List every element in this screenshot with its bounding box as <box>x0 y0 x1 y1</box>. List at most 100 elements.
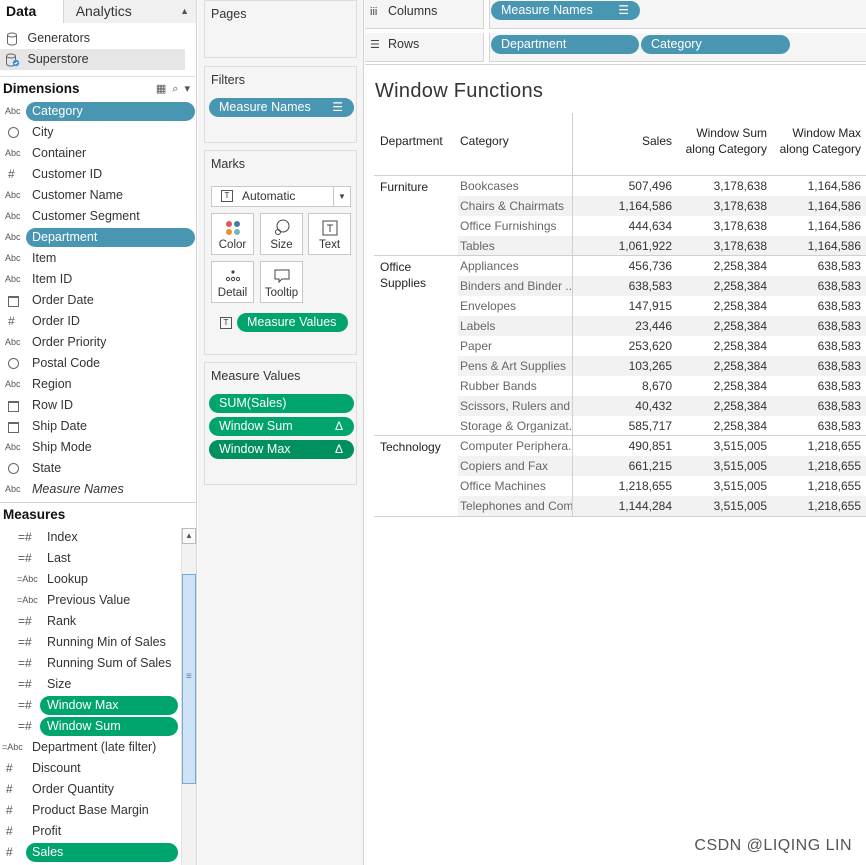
dimension-category[interactable]: Abc Category <box>0 101 196 122</box>
tab-analytics[interactable]: Analytics ▲ <box>62 0 196 23</box>
measure-window-max[interactable]: =# Window Max <box>0 695 180 716</box>
table-cell-wsum[interactable]: 3,515,005 <box>674 436 767 456</box>
table-cell-wsum[interactable]: 3,515,005 <box>674 496 767 516</box>
table-cell-wsum[interactable]: 3,178,638 <box>674 216 767 236</box>
table-cell-wmax[interactable]: 638,583 <box>769 376 861 396</box>
department-label[interactable]: Furniture <box>380 179 428 195</box>
table-cell-category[interactable]: Tables <box>460 236 572 256</box>
table-cell-wmax[interactable]: 1,164,586 <box>769 176 861 196</box>
table-cell-category[interactable]: Computer Periphera.. <box>460 436 572 456</box>
table-cell-wsum[interactable]: 2,258,384 <box>674 396 767 416</box>
table-cell-wsum[interactable]: 2,258,384 <box>674 376 767 396</box>
dimension-order-id[interactable]: # Order ID <box>0 311 196 332</box>
table-cell-sales[interactable]: 490,851 <box>584 436 672 456</box>
table-cell-sales[interactable]: 1,218,655 <box>584 476 672 496</box>
filters-card[interactable]: Filters Measure Names ☰ <box>204 66 357 143</box>
table-cell-sales[interactable]: 661,215 <box>584 456 672 476</box>
table-cell-wmax[interactable]: 638,583 <box>769 276 861 296</box>
table-cell-wsum[interactable]: 2,258,384 <box>674 316 767 336</box>
table-cell-category[interactable]: Scissors, Rulers and .. <box>460 396 572 416</box>
dimension-container[interactable]: Abc Container <box>0 143 196 164</box>
table-cell-category[interactable]: Pens & Art Supplies <box>460 356 572 376</box>
field-pill[interactable]: Window Max <box>40 696 178 715</box>
table-cell-sales[interactable]: 147,915 <box>584 296 672 316</box>
table-cell-wsum[interactable]: 3,178,638 <box>674 176 767 196</box>
department-label[interactable]: Supplies <box>380 275 426 291</box>
filter-pill-measure-names[interactable]: Measure Names ☰ <box>209 98 354 117</box>
dimension-state[interactable]: State <box>0 458 196 479</box>
dimension-order-date[interactable]: Order Date <box>0 290 196 311</box>
table-cell-category[interactable]: Office Machines <box>460 476 572 496</box>
chevron-down-icon[interactable]: ▾ <box>184 83 190 95</box>
pages-card[interactable]: Pages <box>204 0 357 58</box>
dimension-ship-date[interactable]: Ship Date <box>0 416 196 437</box>
color-button[interactable]: Color <box>211 213 254 255</box>
table-cell-sales[interactable]: 456,736 <box>584 256 672 276</box>
measure-sales[interactable]: # Sales <box>0 842 180 863</box>
table-cell-wmax[interactable]: 1,218,655 <box>769 456 861 476</box>
measure-order-quantity[interactable]: # Order Quantity <box>0 779 180 800</box>
table-cell-wmax[interactable]: 638,583 <box>769 416 861 436</box>
table-cell-wmax[interactable]: 638,583 <box>769 316 861 336</box>
table-cell-sales[interactable]: 253,620 <box>584 336 672 356</box>
department-label[interactable]: Technology <box>380 439 441 455</box>
dimension-ship-mode[interactable]: Abc Ship Mode <box>0 437 196 458</box>
table-cell-wsum[interactable]: 2,258,384 <box>674 356 767 376</box>
table-cell-sales[interactable]: 444,634 <box>584 216 672 236</box>
table-cell-wmax[interactable]: 638,583 <box>769 356 861 376</box>
search-icon[interactable]: ⌕ <box>172 83 178 95</box>
table-cell-wmax[interactable]: 1,218,655 <box>769 476 861 496</box>
detail-button[interactable]: Detail <box>211 261 254 303</box>
rows-pill-department[interactable]: Department <box>491 35 639 54</box>
table-cell-sales[interactable]: 8,670 <box>584 376 672 396</box>
table-cell-wmax[interactable]: 638,583 <box>769 396 861 416</box>
table-cell-wsum[interactable]: 3,515,005 <box>674 476 767 496</box>
size-button[interactable]: Size <box>260 213 303 255</box>
dimension-postal-code[interactable]: Postal Code <box>0 353 196 374</box>
measure-window-sum[interactable]: =# Window Sum <box>0 716 180 737</box>
mark-type-dropdown[interactable]: T Automatic ▼ <box>211 186 351 207</box>
table-cell-wsum[interactable]: 2,258,384 <box>674 336 767 356</box>
table-cell-wmax[interactable]: 1,164,586 <box>769 196 861 216</box>
datasource-generators[interactable]: Generators <box>0 28 196 49</box>
dimension-customer-segment[interactable]: Abc Customer Segment <box>0 206 196 227</box>
view-list-icon[interactable]: ▦ <box>156 83 166 95</box>
header-sales[interactable]: Sales <box>584 133 672 149</box>
measure-running-sum-of-sales[interactable]: =# Running Sum of Sales <box>0 653 180 674</box>
table-cell-sales[interactable]: 507,496 <box>584 176 672 196</box>
dimension-order-priority[interactable]: Abc Order Priority <box>0 332 196 353</box>
columns-shelf[interactable]: iii Columns Measure Names ☰ <box>365 0 866 29</box>
measure-size[interactable]: =# Size <box>0 674 180 695</box>
measure-last[interactable]: =# Last <box>0 548 180 569</box>
scrollbar-thumb[interactable] <box>182 574 196 784</box>
dimension-customer-name[interactable]: Abc Customer Name <box>0 185 196 206</box>
dimension-department[interactable]: Abc Department <box>0 227 196 248</box>
table-cell-sales[interactable]: 23,446 <box>584 316 672 336</box>
table-cell-wmax[interactable]: 1,164,586 <box>769 236 861 256</box>
table-cell-category[interactable]: Copiers and Fax <box>460 456 572 476</box>
tooltip-button[interactable]: Tooltip <box>260 261 303 303</box>
table-cell-wsum[interactable]: 3,515,005 <box>674 456 767 476</box>
table-cell-sales[interactable]: 103,265 <box>584 356 672 376</box>
table-cell-category[interactable]: Paper <box>460 336 572 356</box>
measure-lookup[interactable]: =Abc Lookup <box>0 569 180 590</box>
field-pill[interactable]: Window Sum <box>40 717 178 736</box>
table-cell-category[interactable]: Chairs & Chairmats <box>460 196 572 216</box>
table-cell-category[interactable]: Envelopes <box>460 296 572 316</box>
scroll-up-icon[interactable]: ▲ <box>182 528 196 544</box>
table-cell-wsum[interactable]: 2,258,384 <box>674 296 767 316</box>
text-button[interactable]: Text <box>308 213 351 255</box>
department-label[interactable]: Office <box>380 259 411 275</box>
dimension-measure-names[interactable]: Abc Measure Names <box>0 479 196 500</box>
table-cell-category[interactable]: Binders and Binder .. <box>460 276 572 296</box>
field-pill[interactable]: Category <box>26 102 195 121</box>
table-cell-wsum[interactable]: 2,258,384 <box>674 256 767 276</box>
header-window-sum[interactable]: Window Sum along Category <box>674 125 767 157</box>
table-cell-sales[interactable]: 1,061,922 <box>584 236 672 256</box>
marks-pill-measure-values[interactable]: Measure Values <box>237 313 348 332</box>
measures-scrollbar[interactable]: ▲ <box>181 528 196 865</box>
dimension-city[interactable]: City <box>0 122 196 143</box>
measure-discount[interactable]: # Discount <box>0 758 180 779</box>
table-cell-category[interactable]: Storage & Organizat.. <box>460 416 572 436</box>
table-cell-sales[interactable]: 1,164,586 <box>584 196 672 216</box>
